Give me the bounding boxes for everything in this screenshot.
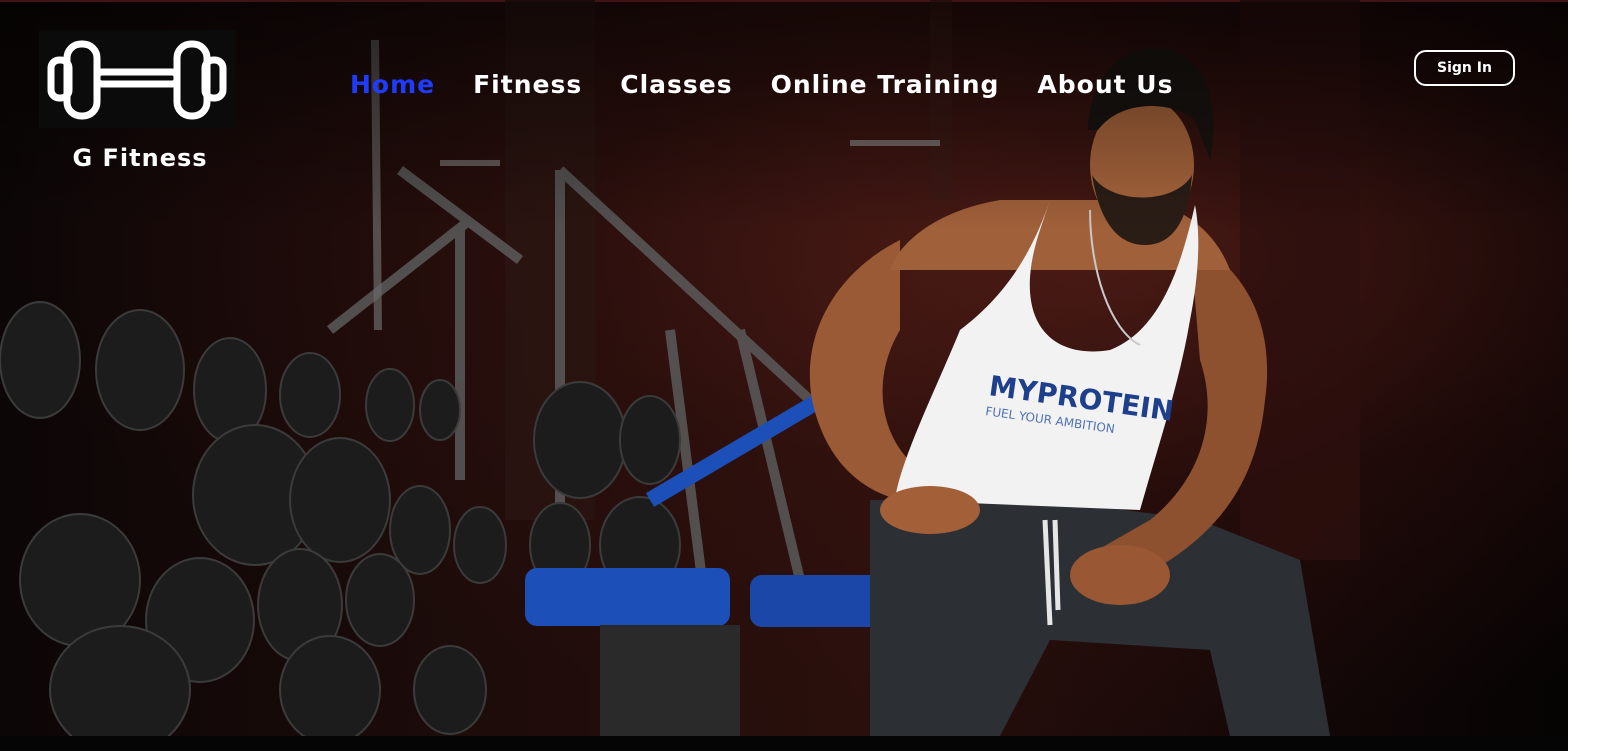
nav-about-us[interactable]: About Us xyxy=(1037,70,1173,99)
page: MYPROTEIN FUEL YOUR AMBITION G Fitness H… xyxy=(0,0,1600,751)
brand-name[interactable]: G Fitness xyxy=(40,144,240,172)
sign-in-button[interactable]: Sign In xyxy=(1414,50,1515,86)
nav-home[interactable]: Home xyxy=(350,70,435,99)
header-overlay xyxy=(0,0,1568,230)
logo[interactable] xyxy=(39,30,235,128)
dumbbell-icon xyxy=(47,40,227,120)
scrollbar[interactable] xyxy=(1568,0,1600,751)
nav-online-training[interactable]: Online Training xyxy=(771,70,1000,99)
main-navigation: Home Fitness Classes Online Training Abo… xyxy=(350,70,1173,99)
nav-fitness[interactable]: Fitness xyxy=(473,70,582,99)
nav-classes[interactable]: Classes xyxy=(620,70,732,99)
hero-background: MYPROTEIN FUEL YOUR AMBITION xyxy=(0,0,1568,736)
